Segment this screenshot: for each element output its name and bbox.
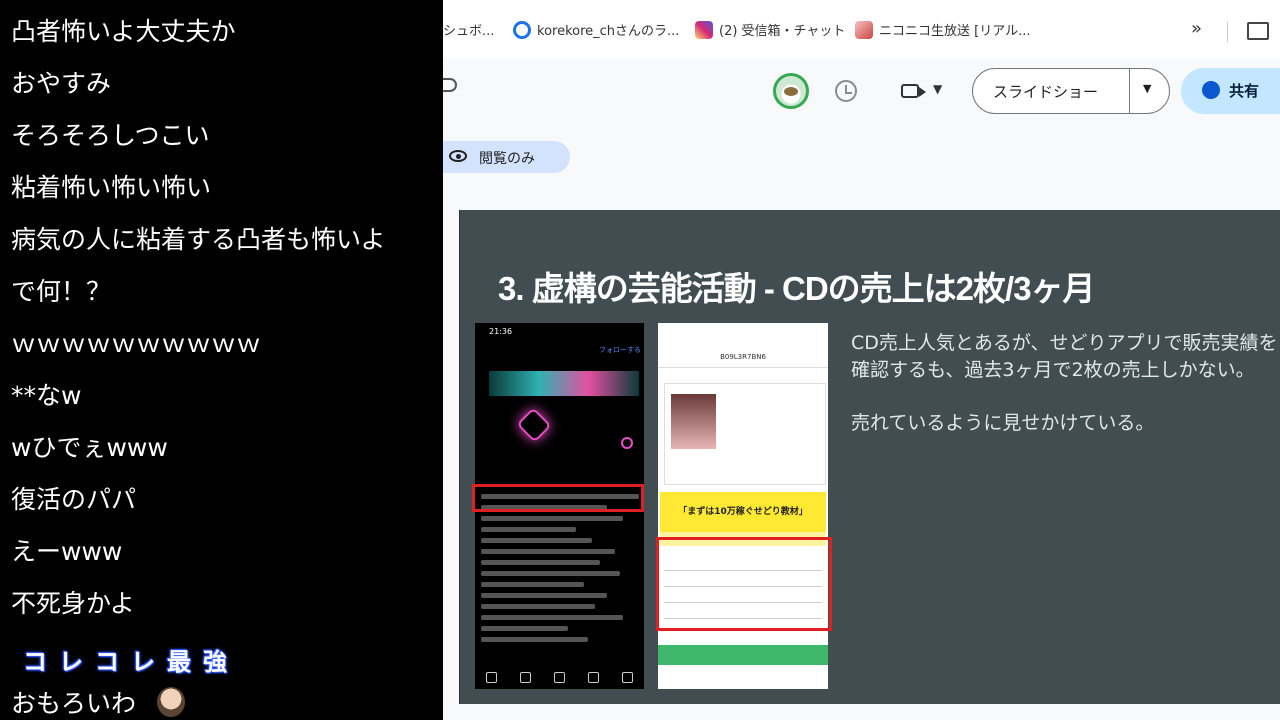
sedori-app-screenshot: B09L3R7BN6 「まずは10万稼ぐせどり教材」 — [658, 323, 828, 689]
phone-nav-bar — [475, 672, 644, 683]
chat-comment: 粘着怖い怖い怖い — [11, 173, 212, 202]
chat-comment: wひでぇwww — [11, 433, 168, 462]
product-card — [664, 383, 826, 485]
decorated-char: 最 — [167, 648, 191, 676]
commenter-avatar — [157, 687, 185, 717]
bookmarks-divider — [1227, 22, 1228, 42]
chat-comment: **なw — [11, 381, 82, 410]
slide-title: 3. 虚構の芸能活動 - CDの売上は2枚/3ヶ月 — [498, 270, 1096, 307]
chat-comment: えーwww — [11, 537, 123, 566]
bookmark-item[interactable]: シュボ... — [443, 20, 494, 39]
instagram-icon — [695, 20, 713, 39]
chat-comment: 復活のパパ — [11, 485, 137, 514]
bookmark-item[interactable]: (2) 受信箱・チャット — [695, 20, 845, 39]
loading-icon — [513, 20, 531, 39]
browser-window: シュボ... korekore_chさんのラ... (2) 受信箱・チャット ニ… — [443, 0, 1280, 720]
sparkle-icon — [621, 437, 633, 449]
share-button[interactable]: 共有 — [1181, 68, 1280, 114]
bookmark-label: シュボ... — [443, 24, 495, 39]
heart-icon — [516, 407, 552, 443]
product-photo — [671, 394, 716, 449]
slide-paragraph: CD売上人気とあるが、せどりアプリで販売実績を確認するも、過去3ヶ月で2枚の売上… — [851, 332, 1278, 381]
bookmarks-bar: シュボ... korekore_chさんのラ... (2) 受信箱・チャット ニ… — [443, 0, 1280, 58]
follow-label: フォローする — [599, 346, 641, 354]
globe-icon — [1202, 81, 1220, 99]
chat-comment-panel: 凸者怖いよ大丈夫か おやすみ そろそろしつこい 粘着怖い怖い怖い 病気の人に粘着… — [0, 0, 443, 720]
video-camera-icon[interactable] — [901, 84, 926, 98]
decorated-chat-comment: コ レ コ レ 最 強 — [17, 642, 233, 676]
share-label: 共有 — [1229, 82, 1260, 100]
post-header-image — [489, 371, 639, 396]
phone-time: 21:36 — [489, 327, 513, 336]
chat-comment: 凸者怖いよ大丈夫か — [11, 17, 236, 46]
eye-icon — [449, 150, 467, 162]
chat-comment: 病気の人に粘着する凸者も怖いよ — [11, 225, 386, 254]
slide-paragraph: 売れているように見せかけている。 — [851, 412, 1155, 434]
folder-icon[interactable] — [1247, 22, 1269, 40]
bookmark-label: korekore_chさんのラ... — [537, 24, 680, 39]
line-banner — [658, 645, 828, 665]
bookmarks-overflow-button[interactable]: » — [1191, 18, 1202, 39]
slide-body: CD売上人気とあるが、せどりアプリで販売実績を確認するも、過去3ヶ月で2枚の売上… — [851, 330, 1280, 463]
chevron-down-icon[interactable]: ▼ — [933, 82, 942, 96]
bookmark-label: (2) 受信箱・チャット — [719, 24, 846, 39]
decorated-char: レ — [131, 648, 155, 676]
chat-comment: おもろいわ — [11, 689, 137, 718]
view-only-chip[interactable]: 閲覧のみ — [443, 141, 570, 173]
chat-comment: ｗｗｗｗｗｗｗｗｗｗ — [11, 329, 262, 358]
bookmark-item[interactable]: ニコニコ生放送 [リアル... — [855, 20, 1030, 39]
slides-toolbar: ▼ スライドショー ▼ 共有 — [443, 58, 1280, 134]
bookmark-item[interactable]: korekore_chさんのラ... — [513, 20, 679, 39]
chat-comment: で何！？ — [11, 277, 112, 306]
history-icon[interactable] — [835, 80, 857, 102]
chat-comment: そろそろしつこい — [11, 121, 210, 150]
decorated-char: 強 — [203, 648, 227, 676]
chevron-down-icon[interactable]: ▼ — [1143, 82, 1151, 95]
user-avatar[interactable] — [773, 73, 809, 109]
product-code: B09L3R7BN6 — [658, 347, 828, 368]
view-only-label: 閲覧のみ — [479, 151, 535, 167]
bookmark-label: ニコニコ生放送 [リアル... — [879, 24, 1031, 39]
slideshow-divider — [1129, 69, 1130, 113]
decorated-char: レ — [59, 648, 83, 676]
slideshow-button[interactable]: スライドショー ▼ — [972, 68, 1170, 114]
chat-comment: おやすみ — [11, 69, 112, 98]
decorated-char: コ — [23, 648, 47, 676]
post-caption — [481, 488, 639, 648]
slide-canvas: 3. 虚構の芸能活動 - CDの売上は2枚/3ヶ月 21:36 フォローする B… — [459, 210, 1280, 704]
slideshow-label: スライドショー — [993, 83, 1099, 101]
cloud-icon — [443, 78, 457, 92]
highlight-box — [472, 484, 644, 512]
highlight-box — [656, 537, 832, 631]
promo-banner: 「まずは10万稼ぐせどり教材」 — [660, 492, 826, 532]
niconico-icon — [855, 20, 873, 39]
chat-comment: 不死身かよ — [11, 589, 135, 618]
decorated-char: コ — [95, 648, 119, 676]
